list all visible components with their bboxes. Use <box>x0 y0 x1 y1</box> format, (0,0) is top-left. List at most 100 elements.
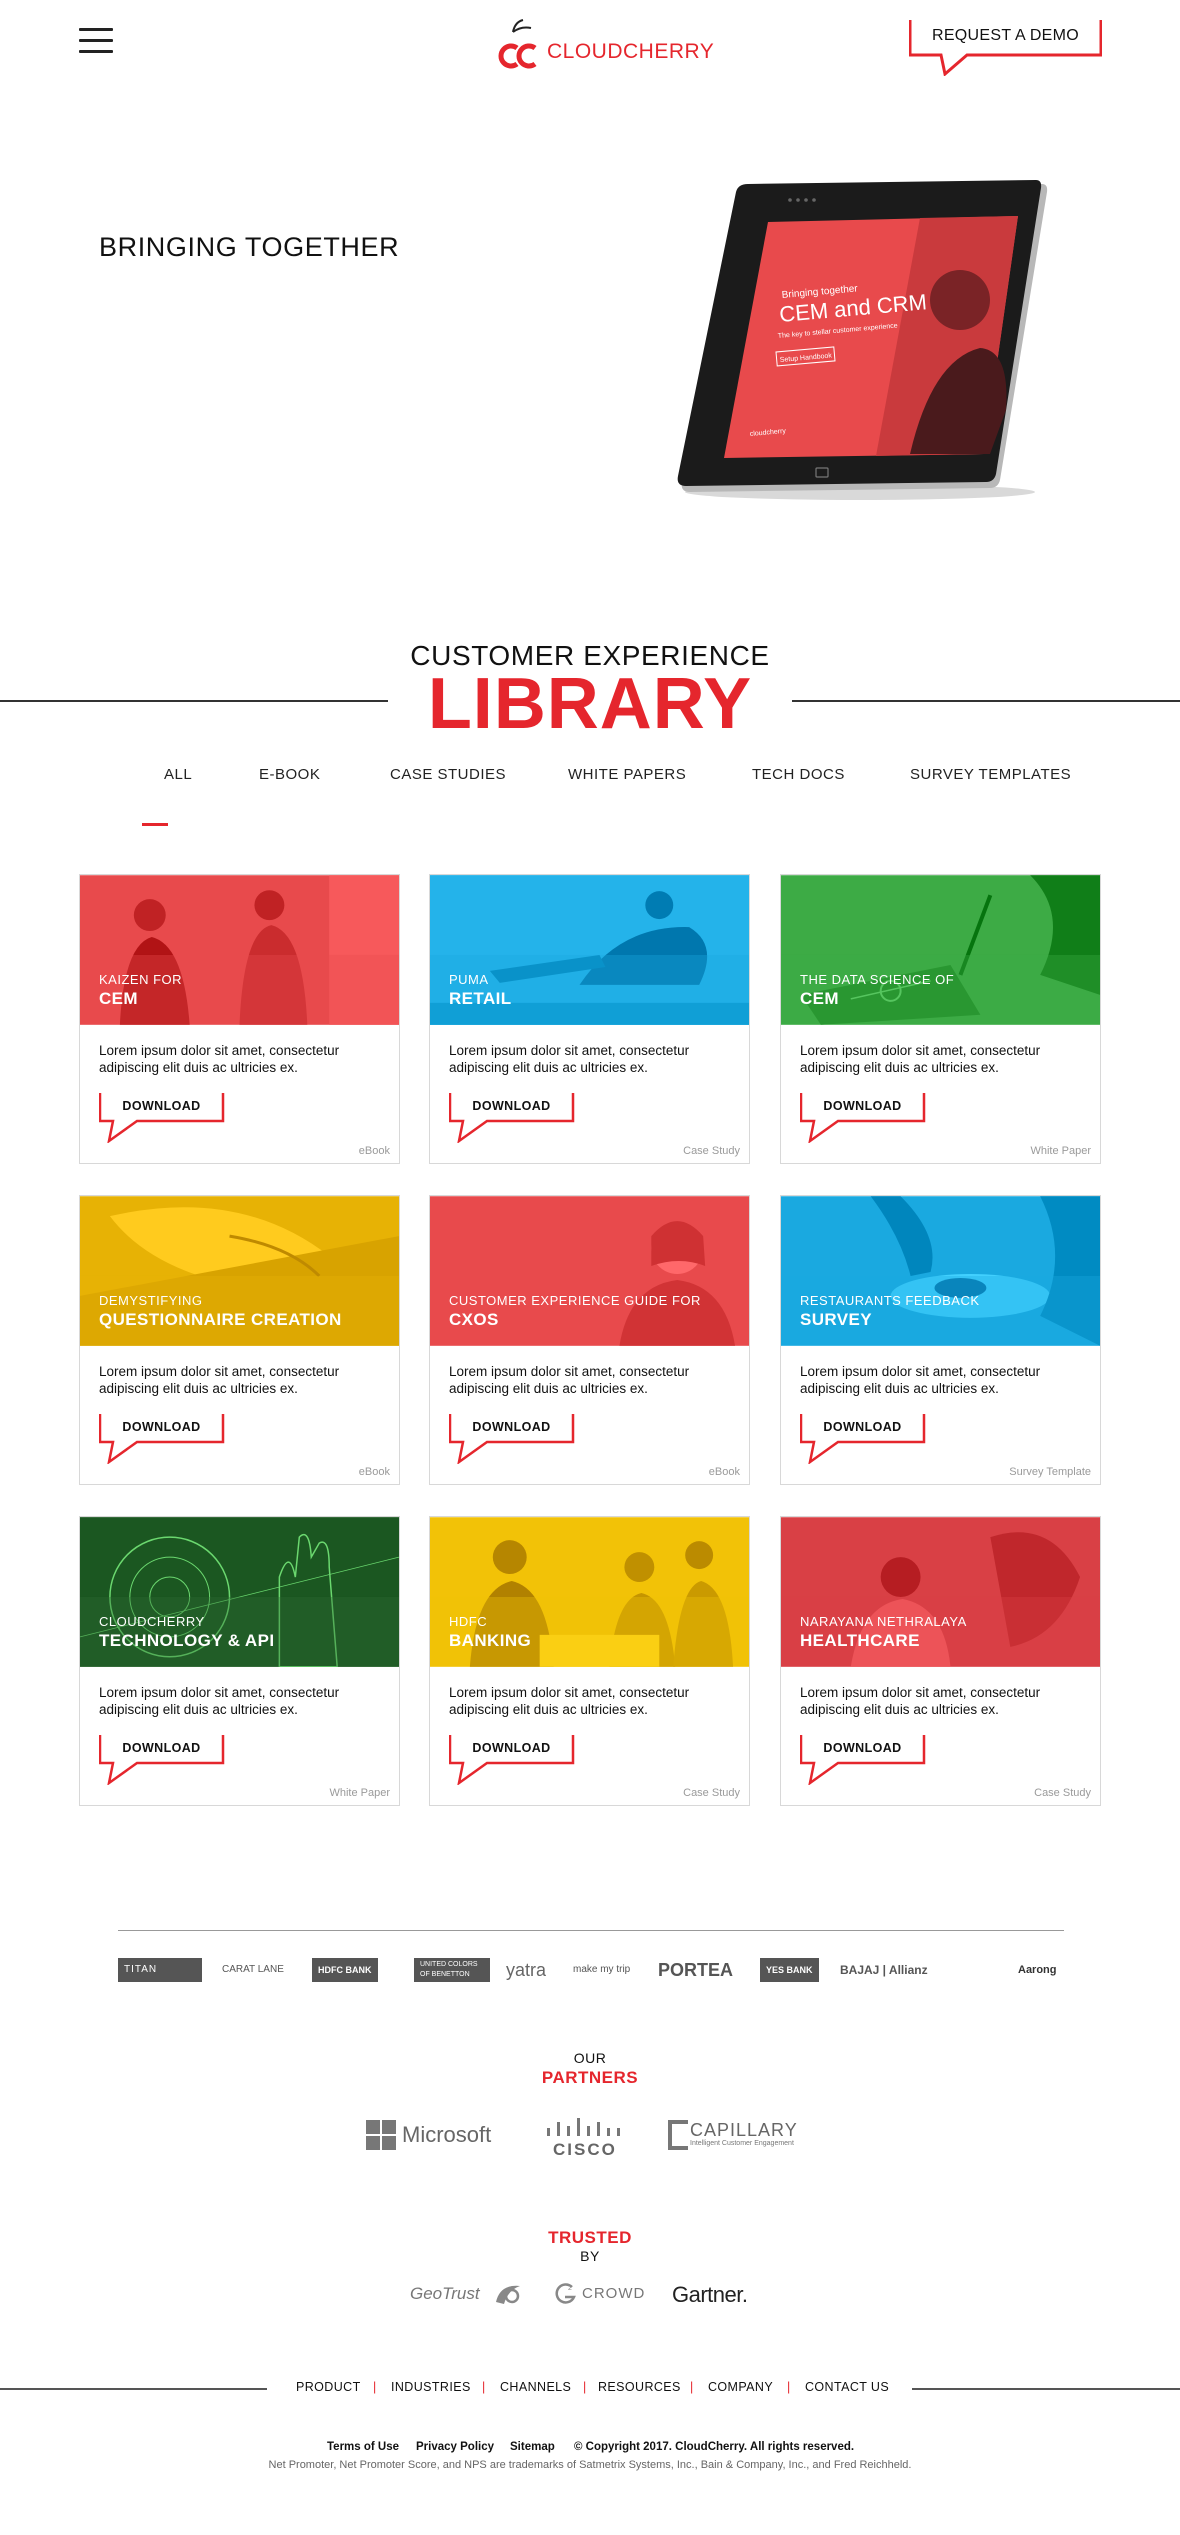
library-card[interactable]: CUSTOMER EXPERIENCE GUIDE FOR CXOs Lorem… <box>429 1195 750 1485</box>
download-label: DOWNLOAD <box>823 1099 902 1113</box>
footer-link-product[interactable]: PRODUCT <box>296 2380 361 2394</box>
card-type-label: eBook <box>708 1466 740 1478</box>
download-button[interactable]: DOWNLOAD <box>449 1414 577 1464</box>
download-button[interactable]: DOWNLOAD <box>800 1093 928 1143</box>
card-type-label: Case Study <box>683 1145 740 1157</box>
logo-text: CLOUDCHERRY <box>547 40 715 63</box>
card-description: Lorem ipsum dolor sit amet, consectetur … <box>800 1685 1041 1717</box>
card-kicker: PUMA <box>449 972 489 987</box>
footer-link-resources[interactable]: RESOURCES <box>598 2380 681 2394</box>
card-heading: RETAIL <box>449 989 512 1008</box>
card-type-label: Case Study <box>683 1787 740 1799</box>
trusted-title: TRUSTED <box>548 2228 632 2247</box>
card-type-label: White Paper <box>329 1787 390 1799</box>
card-description: Lorem ipsum dolor sit amet, consectetur … <box>449 1685 690 1717</box>
g2-crowd-icon: 2 <box>555 2283 576 2304</box>
library-card[interactable]: PUMA RETAIL Lorem ipsum dolor sit amet, … <box>429 874 750 1164</box>
cisco-logo[interactable]: CISCO <box>543 2118 627 2159</box>
tab-case-studies[interactable]: CASE STUDIES <box>390 766 506 783</box>
download-button[interactable]: DOWNLOAD <box>99 1414 227 1464</box>
card-heading: CXOs <box>449 1310 499 1329</box>
library-card[interactable]: RESTAURANTS FEEDBACK SURVEY Lorem ipsum … <box>780 1195 1101 1485</box>
microsoft-logo[interactable]: Microsoft <box>366 2118 506 2154</box>
legal-links: Terms of Use Privacy Policy Sitemap © Co… <box>0 2441 1180 2457</box>
capillary-label: CAPILLARY <box>690 2120 798 2140</box>
capillary-logo[interactable]: CAPILLARY Intelligent Customer Engagemen… <box>666 2118 816 2154</box>
download-button[interactable]: DOWNLOAD <box>449 1093 577 1143</box>
footer-nav: PRODUCT | INDUSTRIES | CHANNELS | RESOUR… <box>280 2380 900 2398</box>
card-type-label: White Paper <box>1030 1145 1091 1157</box>
cloudcherry-logo[interactable]: CLOUDCHERRY <box>495 18 714 70</box>
tab-survey-templates[interactable]: SURVEY TEMPLATES <box>910 766 1071 783</box>
library-card[interactable]: CLOUDCHERRY TECHNOLOGY & API Lorem ipsum… <box>79 1516 400 1806</box>
card-description: Lorem ipsum dolor sit amet, consectetur … <box>800 1364 1041 1396</box>
download-button[interactable]: DOWNLOAD <box>800 1735 928 1785</box>
bajaj-allianz-logo: BAJAJ | Allianz <box>840 1963 928 1977</box>
card-heading: QUESTIONNAIRE CREATION <box>99 1310 342 1329</box>
card-kicker: DEMYSTIFYING <box>99 1293 203 1308</box>
footer-link-industries[interactable]: INDUSTRIES <box>391 2380 471 2394</box>
tab-white-papers[interactable]: WHITE PAPERS <box>568 766 686 783</box>
tab-tech-docs[interactable]: TECH DOCS <box>752 766 845 783</box>
download-button[interactable]: DOWNLOAD <box>800 1414 928 1464</box>
download-label: DOWNLOAD <box>122 1420 201 1434</box>
tablet-image: Bringing together CEM and CRM The key to… <box>677 180 1048 500</box>
microsoft-windows-icon <box>366 2120 396 2150</box>
makemytrip-logo: make my trip <box>573 1964 631 1975</box>
card-image: KAIZEN FOR CEM <box>80 875 399 1025</box>
request-demo-button[interactable]: REQUEST A DEMO <box>909 20 1102 76</box>
card-description: Lorem ipsum dolor sit amet, consectetur … <box>99 1043 340 1075</box>
privacy-policy-link[interactable]: Privacy Policy <box>416 2441 494 2453</box>
download-button[interactable]: DOWNLOAD <box>99 1093 227 1143</box>
download-label: DOWNLOAD <box>472 1741 551 1755</box>
copyright-text: © Copyright 2017. CloudCherry. All right… <box>574 2441 855 2453</box>
card-kicker: CLOUDCHERRY <box>99 1614 205 1629</box>
sitemap-link[interactable]: Sitemap <box>510 2441 555 2453</box>
aarong-logo: Aarong <box>1018 1964 1057 1976</box>
footer-link-contact-us[interactable]: CONTACT US <box>805 2380 889 2394</box>
download-label: DOWNLOAD <box>823 1420 902 1434</box>
geotrust-logo[interactable]: GeoTrust <box>410 2280 526 2310</box>
partners-title: PARTNERS <box>541 2068 639 2087</box>
tab-all[interactable]: ALL <box>164 766 192 783</box>
footer-divider-right <box>912 2388 1180 2390</box>
card-kicker: THE DATA SCIENCE OF <box>800 972 955 987</box>
card-description: Lorem ipsum dolor sit amet, consectetur … <box>800 1043 1041 1075</box>
download-button[interactable]: DOWNLOAD <box>449 1735 577 1785</box>
tab-e-book[interactable]: E-BOOK <box>259 766 320 783</box>
card-image: NARAYANA NETHRALAYA HEALTHCARE <box>781 1517 1100 1667</box>
menu-icon[interactable] <box>79 28 113 56</box>
capillary-tagline: Intelligent Customer Engagement <box>690 2140 794 2147</box>
site-header: CLOUDCHERRY REQUEST A DEMO <box>0 0 1180 90</box>
card-heading: CEM <box>800 989 839 1008</box>
library-card[interactable]: NARAYANA NETHRALAYA HEALTHCARE Lorem ips… <box>780 1516 1101 1806</box>
titan-logo: TITAN <box>118 1958 202 1982</box>
hdfc-bank-logo: HDFC BANK <box>312 1958 378 1982</box>
library-divider-left <box>0 700 388 702</box>
geotrust-label: GeoTrust <box>410 2284 480 2303</box>
card-kicker: KAIZEN FOR <box>99 972 183 987</box>
g2-crowd-logo[interactable]: 2 CROWD <box>552 2280 644 2310</box>
library-card[interactable]: DEMYSTIFYING QUESTIONNAIRE CREATION Lore… <box>79 1195 400 1485</box>
footer-separator: | <box>373 2380 377 2394</box>
library-card[interactable]: HDFC BANKING Lorem ipsum dolor sit amet,… <box>429 1516 750 1806</box>
card-description: Lorem ipsum dolor sit amet, consectetur … <box>449 1364 690 1396</box>
gartner-logo[interactable]: Gartner. <box>672 2280 772 2310</box>
partners-pre: OUR <box>573 2050 607 2066</box>
capillary-mark-icon <box>668 2120 688 2150</box>
footer-divider-left <box>0 2388 267 2390</box>
gartner-label: Gartner. <box>672 2282 748 2307</box>
footer-link-channels[interactable]: CHANNELS <box>500 2380 571 2394</box>
clients-divider <box>118 1930 1064 1931</box>
card-description: Lorem ipsum dolor sit amet, consectetur … <box>99 1685 340 1717</box>
footer-link-company[interactable]: COMPANY <box>708 2380 773 2394</box>
terms-of-use-link[interactable]: Terms of Use <box>327 2441 399 2453</box>
download-button[interactable]: DOWNLOAD <box>99 1735 227 1785</box>
card-image: PUMA RETAIL <box>430 875 749 1025</box>
card-image: CUSTOMER EXPERIENCE GUIDE FOR CXOs <box>430 1196 749 1346</box>
download-label: DOWNLOAD <box>472 1099 551 1113</box>
library-card[interactable]: THE DATA SCIENCE OF CEM Lorem ipsum dolo… <box>780 874 1101 1164</box>
library-card[interactable]: KAIZEN FOR CEM Lorem ipsum dolor sit ame… <box>79 874 400 1164</box>
request-demo-label: REQUEST A DEMO <box>931 27 1080 44</box>
footer-separator: | <box>482 2380 486 2394</box>
